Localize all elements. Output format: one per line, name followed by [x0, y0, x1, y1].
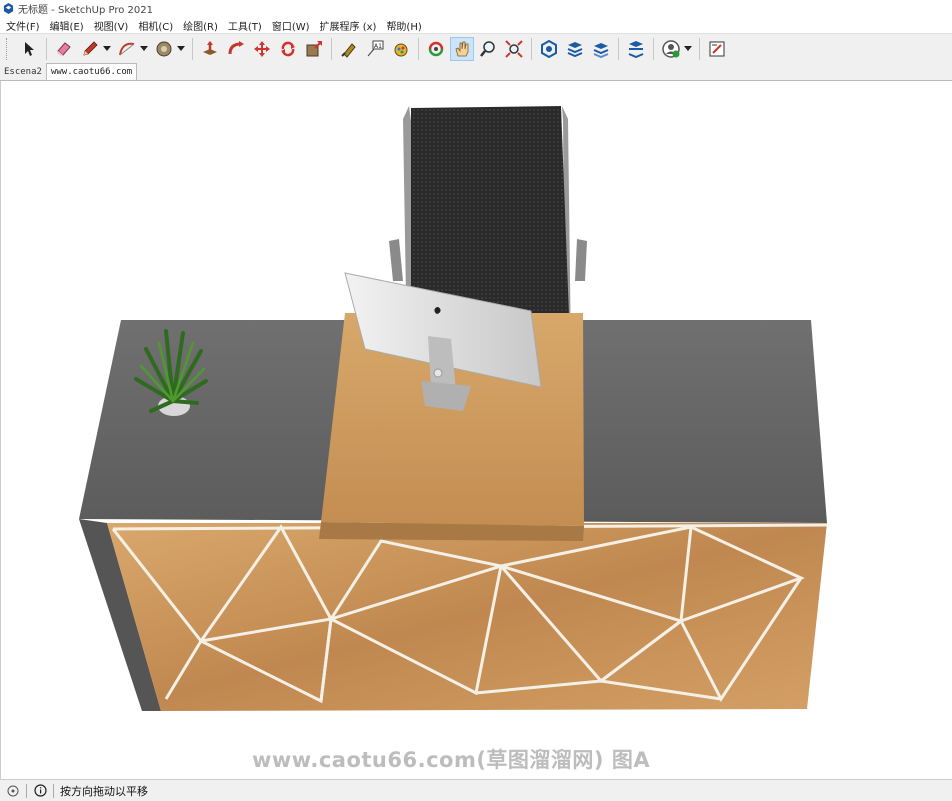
info-icon[interactable] [33, 784, 47, 798]
title-bar: 无标题 - SketchUp Pro 2021 [0, 0, 952, 17]
pencil-tool-button[interactable] [78, 37, 102, 61]
move-tool-button[interactable] [250, 37, 274, 61]
menu-draw[interactable]: 绘图(R) [183, 18, 218, 33]
orbit-icon [428, 41, 444, 57]
layout-icon [593, 43, 609, 58]
sketchup-logo-icon [3, 3, 14, 14]
scale-tool-button[interactable] [302, 37, 326, 61]
zoom-icon [480, 41, 495, 57]
status-separator [26, 783, 27, 798]
text-label-icon: A1 [367, 40, 384, 57]
orbit-tool-button[interactable] [424, 37, 448, 61]
menu-camera[interactable]: 相机(C) [138, 18, 173, 33]
extension-warehouse-button[interactable] [563, 37, 587, 61]
tab-escena2[interactable]: Escena2 [0, 64, 46, 80]
send-to-layout-icon [709, 41, 725, 57]
send-to-layout-button[interactable] [705, 37, 729, 61]
arc-dropdown[interactable] [140, 37, 148, 61]
pencil-icon [83, 41, 98, 56]
select-icon [25, 42, 34, 56]
toolbar-separator [618, 38, 619, 60]
chevron-down-icon [103, 46, 111, 51]
paint-icon [394, 43, 408, 57]
menu-edit[interactable]: 编辑(E) [50, 18, 84, 33]
3d-warehouse-icon [541, 40, 557, 58]
svg-text:A1: A1 [374, 43, 382, 50]
tab-caotu66[interactable]: www.caotu66.com [45, 63, 138, 80]
window-title: 无标题 - SketchUp Pro 2021 [18, 5, 153, 16]
status-message: 按方向拖动以平移 [60, 784, 148, 798]
rotate-tool-button[interactable] [276, 37, 300, 61]
toolbar-separator [418, 38, 419, 60]
paint-bucket-icon [341, 43, 356, 58]
move-icon [254, 41, 270, 57]
toolbar-separator [653, 38, 654, 60]
tape-measure-icon [156, 41, 172, 57]
pencil-dropdown[interactable] [103, 37, 111, 61]
status-bar: 按方向拖动以平移 [0, 779, 952, 801]
menu-extensions[interactable]: 扩展程序 (x) [320, 18, 377, 33]
geo-location-icon[interactable] [6, 784, 20, 798]
scene-tabs: Escena2 www.caotu66.com [0, 63, 952, 81]
toolbar-separator [531, 38, 532, 60]
menu-window[interactable]: 窗口(W) [272, 18, 310, 33]
section-button[interactable] [624, 37, 648, 61]
layout-button[interactable] [589, 37, 613, 61]
menu-view[interactable]: 视图(V) [94, 18, 129, 33]
watermark-text: www.caotu66.com(草图溜溜网) 图A [252, 748, 651, 772]
eraser-tool-button[interactable] [52, 37, 76, 61]
info-icon-svg [33, 784, 47, 797]
chevron-down-icon [684, 46, 692, 51]
section-icon [628, 41, 644, 58]
follow-me-button[interactable] [224, 37, 248, 61]
push-pull-icon [203, 41, 217, 55]
tape-measure-button[interactable] [152, 37, 176, 61]
menu-file[interactable]: 文件(F) [6, 18, 40, 33]
zoom-extents-button[interactable] [502, 37, 526, 61]
geo-location-icon-svg [7, 785, 19, 796]
paint-bucket-button[interactable] [337, 37, 361, 61]
toolbar-separator [331, 38, 332, 60]
push-pull-button[interactable] [198, 37, 222, 61]
pan-tool-button[interactable] [450, 37, 474, 61]
chevron-down-icon [177, 46, 185, 51]
toolbar-separator [46, 38, 47, 60]
tape-dropdown[interactable] [177, 37, 185, 61]
desk-scene [79, 106, 828, 711]
follow-me-icon [228, 41, 244, 55]
zoom-extents-icon [505, 40, 523, 58]
text-tool-button[interactable]: A1 [363, 37, 387, 61]
paint-tool-button[interactable] [389, 37, 413, 61]
main-toolbar: A1 [0, 33, 952, 64]
model-viewport[interactable] [0, 81, 952, 779]
arc-tool-button[interactable] [115, 37, 139, 61]
account-icon [662, 40, 680, 58]
menu-help[interactable]: 帮助(H) [386, 18, 421, 33]
chevron-down-icon [140, 46, 148, 51]
scale-icon [306, 41, 322, 57]
rotate-icon [281, 41, 295, 57]
3d-warehouse-button[interactable] [537, 37, 561, 61]
toolbar-separator [699, 38, 700, 60]
toolbar-grip[interactable] [6, 38, 10, 60]
account-dropdown[interactable] [684, 37, 692, 61]
menu-tools[interactable]: 工具(T) [228, 18, 262, 33]
status-separator [53, 783, 54, 798]
pan-icon [455, 41, 469, 57]
account-button[interactable] [659, 37, 683, 61]
toolbar-separator [192, 38, 193, 60]
extension-warehouse-icon [567, 42, 583, 58]
zoom-tool-button[interactable] [476, 37, 500, 61]
menu-bar: 文件(F) 编辑(E) 视图(V) 相机(C) 绘图(R) 工具(T) 窗口(W… [0, 17, 952, 33]
select-tool-button[interactable] [17, 37, 41, 61]
arc-icon [119, 42, 135, 56]
eraser-icon [57, 42, 71, 56]
